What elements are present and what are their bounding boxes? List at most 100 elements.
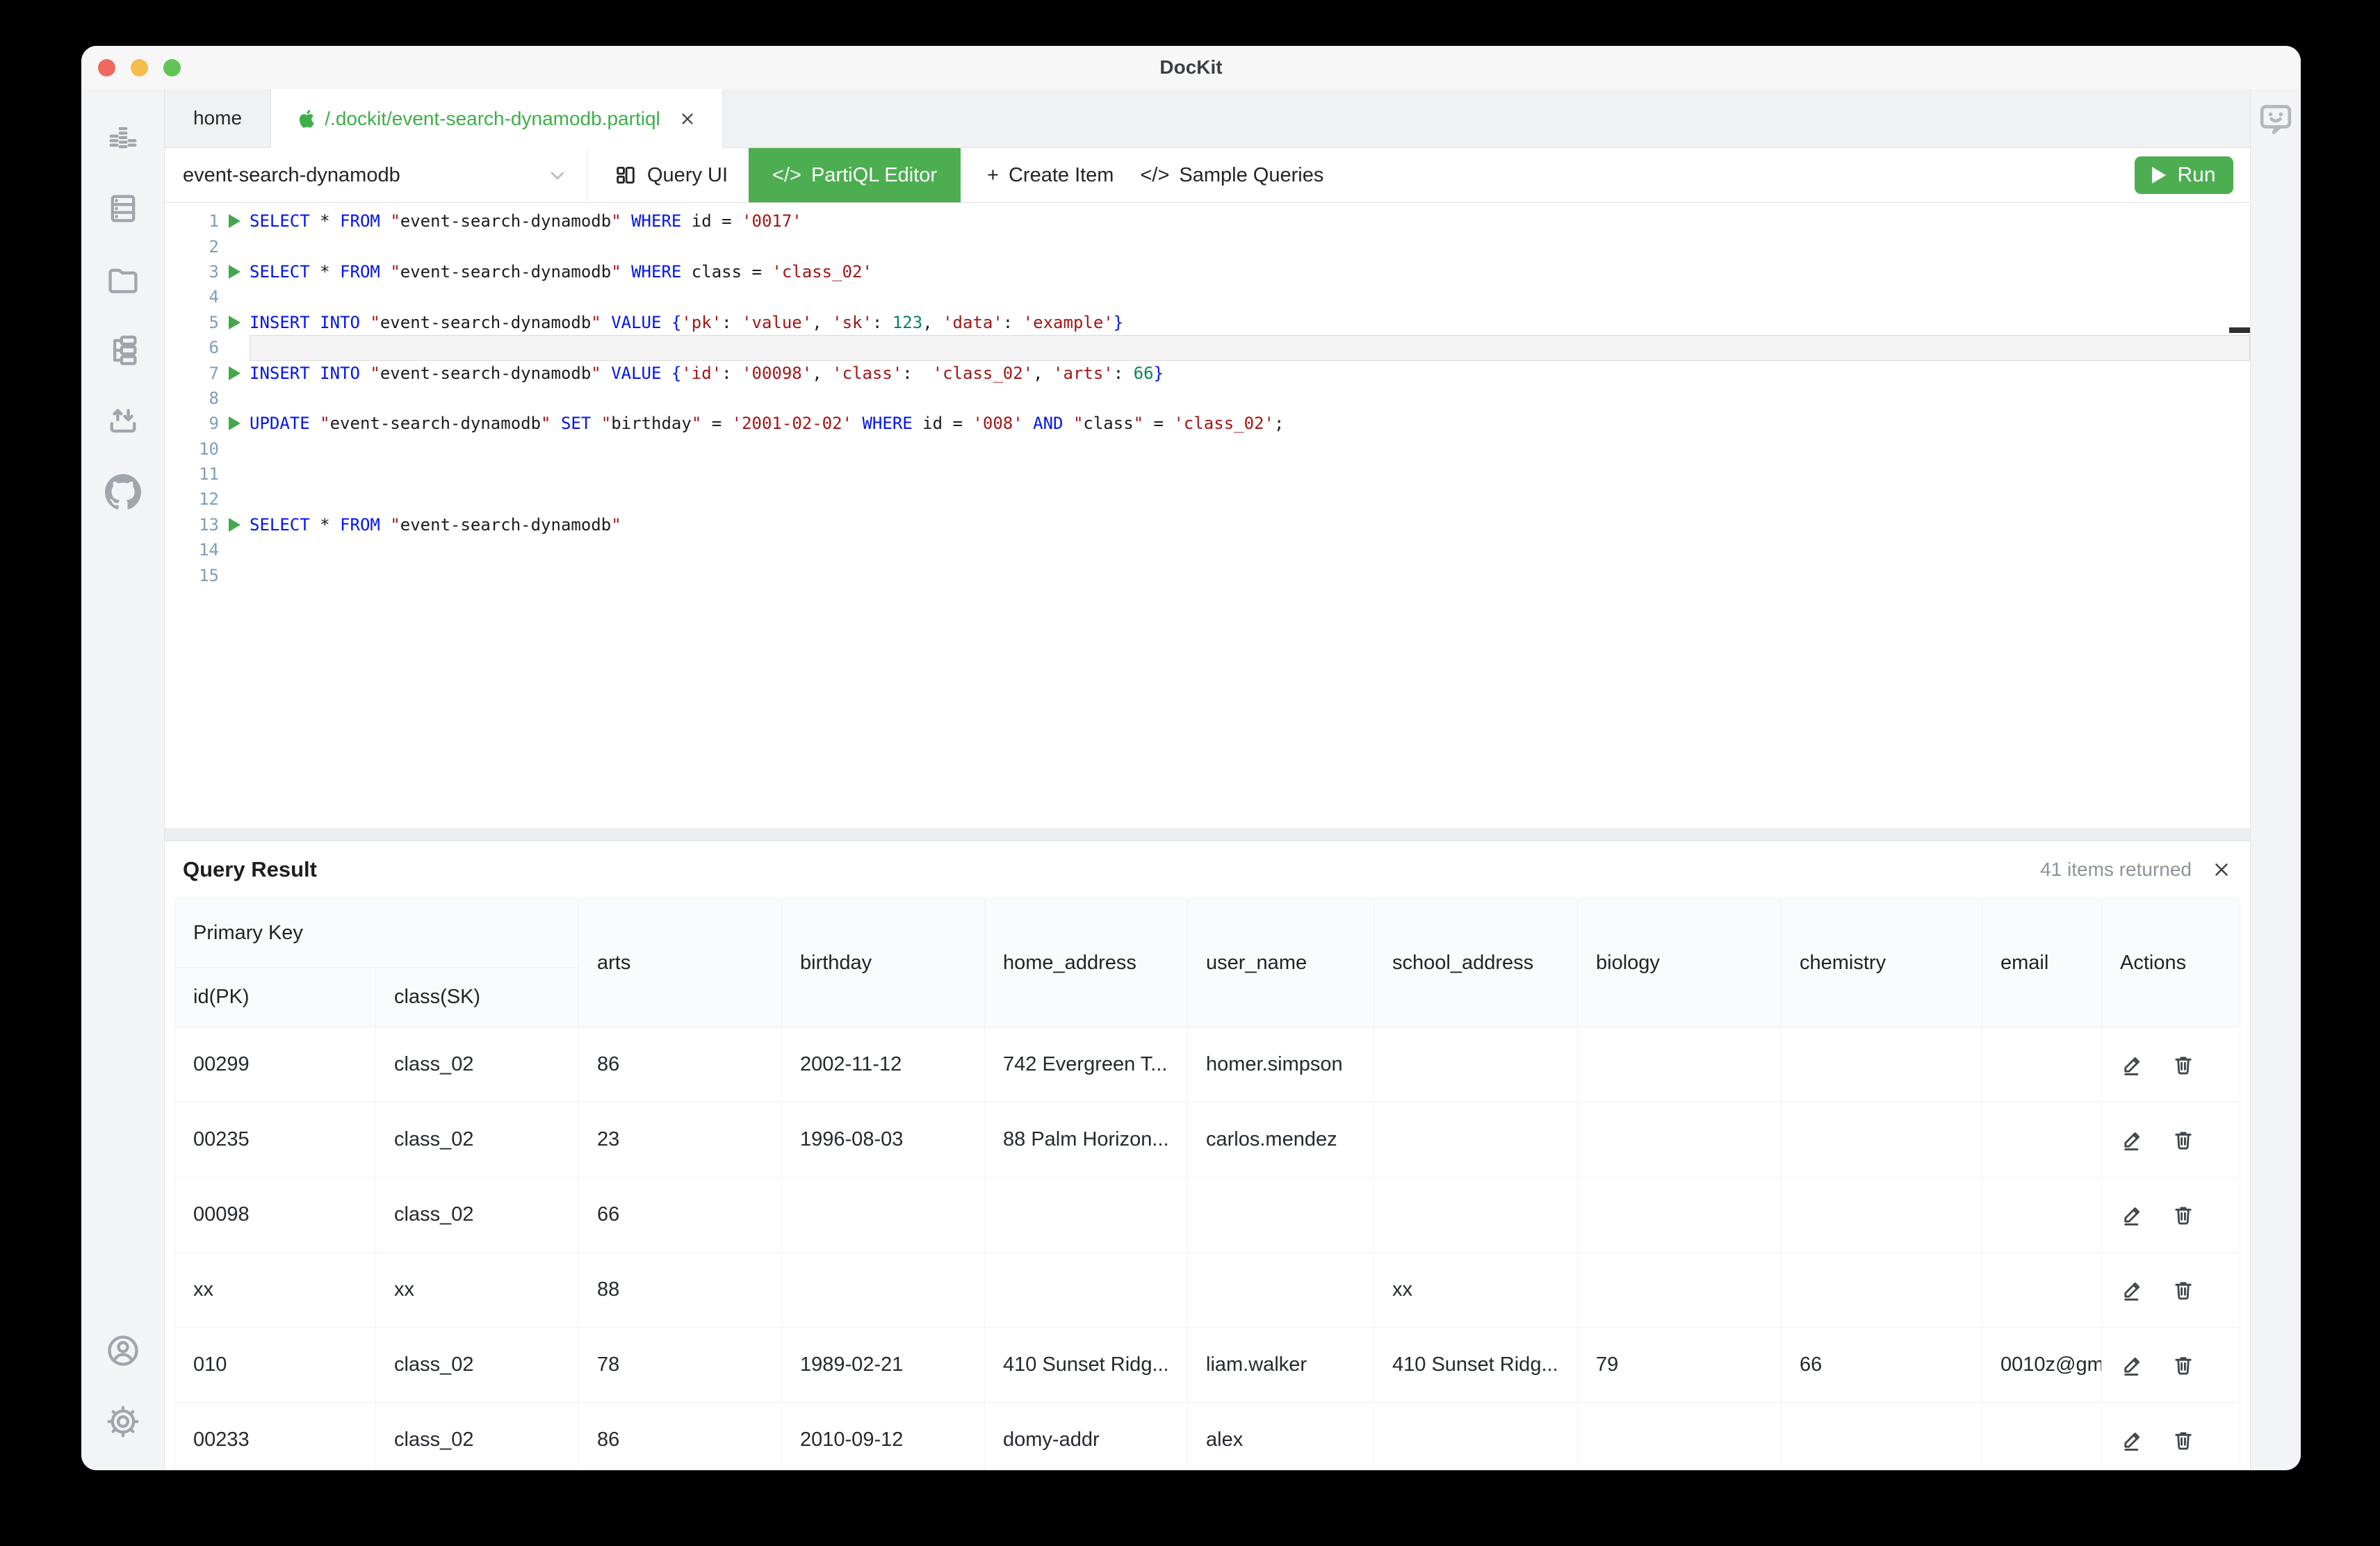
cell-chemistry [1782, 1027, 1982, 1102]
cell-class: class_02 [376, 1102, 579, 1178]
cell-biology [1578, 1403, 1782, 1470]
close-results-icon[interactable] [2211, 859, 2232, 880]
sample-queries-button[interactable]: </> Sample Queries [1140, 164, 1323, 187]
column-header-arts[interactable]: arts [579, 898, 782, 1027]
play-icon [2152, 167, 2166, 184]
cell-user_name [1188, 1253, 1374, 1328]
edit-icon[interactable] [2120, 1278, 2144, 1302]
window-controls [98, 46, 181, 89]
line-number: 15 [165, 566, 219, 585]
tab-partiql-file[interactable]: /.dockit/event-search-dynamodb.partiql [271, 89, 723, 149]
result-table-scroll[interactable]: Primary Key arts birthday home_address u… [174, 898, 2240, 1470]
line-number: 13 [165, 515, 219, 535]
run-button[interactable]: Run [2135, 156, 2233, 194]
edit-icon[interactable] [2120, 1429, 2144, 1452]
edit-icon[interactable] [2120, 1353, 2144, 1377]
line-number: 9 [165, 414, 219, 433]
delete-icon[interactable] [2171, 1128, 2195, 1152]
folder-icon[interactable] [105, 261, 141, 298]
editor-line: 2 [165, 234, 2250, 259]
delete-icon[interactable] [2171, 1278, 2195, 1302]
line-number: 12 [165, 489, 219, 509]
code-icon: </> [772, 164, 801, 187]
line-number: 14 [165, 540, 219, 560]
cell-chemistry [1782, 1102, 1982, 1178]
database-icon[interactable] [105, 190, 141, 227]
line-number: 10 [165, 439, 219, 459]
editor-line: 14 [165, 537, 2250, 562]
column-header-school-address[interactable]: school_address [1374, 898, 1578, 1027]
query-ui-label: Query UI [647, 164, 728, 187]
minimize-window-button[interactable] [131, 59, 148, 76]
run-line-icon[interactable] [219, 416, 250, 430]
zoom-window-button[interactable] [163, 59, 181, 76]
cell-birthday: 1996-08-03 [782, 1102, 985, 1178]
cell-school_address: xx [1374, 1253, 1578, 1328]
tab-home[interactable]: home [165, 89, 271, 147]
cell-chemistry [1782, 1178, 1982, 1253]
editor-line: 9 UPDATE "event-search-dynamodb" SET "bir… [165, 411, 2250, 436]
cell-actions [2101, 1102, 2240, 1178]
delete-icon[interactable] [2171, 1429, 2195, 1452]
tree-list-icon[interactable] [105, 332, 141, 368]
cell-class: class_02 [376, 1328, 579, 1403]
user-circle-icon[interactable] [105, 1333, 141, 1369]
partiql-editor-button[interactable]: </> PartiQL Editor [749, 148, 961, 202]
editor-line: 11 [165, 462, 2250, 487]
delete-icon[interactable] [2171, 1053, 2195, 1077]
column-header-chemistry[interactable]: chemistry [1782, 898, 1982, 1027]
result-table: Primary Key arts birthday home_address u… [174, 898, 2240, 1470]
cell-birthday: 1989-02-21 [782, 1328, 985, 1403]
editor-line: 7INSERT INTO "event-search-dynamodb" VAL… [165, 360, 2250, 385]
edit-icon[interactable] [2120, 1128, 2144, 1152]
close-tab-icon[interactable] [678, 110, 696, 128]
table-row: 00299class_02862002-11-12742 Evergreen T… [174, 1027, 2240, 1102]
cell-school_address: 410 Sunset Ridg... [1374, 1328, 1578, 1403]
right-strip [2250, 89, 2301, 1470]
code-text: UPDATE "event-search-dynamodb" SET "birt… [250, 414, 1284, 433]
create-item-button[interactable]: + Create Item [987, 164, 1114, 187]
line-number: 2 [165, 237, 219, 257]
cell-class: class_02 [376, 1403, 579, 1470]
column-header-class-sk[interactable]: class(SK) [376, 968, 579, 1027]
cell-arts: 66 [579, 1178, 782, 1253]
github-icon[interactable] [105, 474, 141, 510]
import-export-icon[interactable] [105, 403, 141, 439]
run-line-icon[interactable] [219, 316, 250, 329]
run-line-icon[interactable] [219, 265, 250, 279]
code-text: SELECT * FROM "event-search-dynamodb" [250, 515, 621, 535]
cursor-overview-mark [2229, 327, 2250, 333]
gear-icon[interactable] [105, 1403, 141, 1440]
column-header-birthday[interactable]: birthday [782, 898, 985, 1027]
cell-chemistry [1782, 1253, 1982, 1328]
edit-icon[interactable] [2120, 1053, 2144, 1077]
column-header-primary-key[interactable]: Primary Key [174, 898, 579, 968]
column-header-id-pk[interactable]: id(PK) [174, 968, 376, 1027]
delete-icon[interactable] [2171, 1353, 2195, 1377]
cell-id: 00235 [174, 1102, 376, 1178]
tab-bar: home /.dockit/event-search-dynamodb.part… [165, 89, 2250, 148]
query-ui-button[interactable]: Query UI [614, 163, 728, 187]
column-header-biology[interactable]: biology [1578, 898, 1782, 1027]
cell-biology [1578, 1027, 1782, 1102]
cell-actions [2101, 1403, 2240, 1470]
column-header-user-name[interactable]: user_name [1188, 898, 1374, 1027]
editor-line: 6 [165, 335, 2250, 360]
delete-icon[interactable] [2171, 1203, 2195, 1227]
line-number: 6 [165, 338, 219, 357]
run-line-icon[interactable] [219, 518, 250, 532]
close-window-button[interactable] [98, 59, 115, 76]
run-line-icon[interactable] [219, 366, 250, 380]
partiql-editor[interactable]: 1SELECT * FROM "event-search-dynamodb" W… [165, 203, 2250, 829]
feedback-icon[interactable] [2256, 100, 2295, 139]
cell-home_address [985, 1178, 1188, 1253]
tab-home-label: home [193, 107, 242, 129]
panel-divider[interactable] [165, 829, 2250, 841]
logo-bars-icon[interactable] [105, 120, 141, 156]
cell-user_name: carlos.mendez [1188, 1102, 1374, 1178]
edit-icon[interactable] [2120, 1203, 2144, 1227]
run-line-icon[interactable] [219, 214, 250, 228]
cell-user_name: liam.walker [1188, 1328, 1374, 1403]
table-selector[interactable]: event-search-dynamodb [165, 148, 587, 202]
column-header-home-address[interactable]: home_address [985, 898, 1188, 1027]
